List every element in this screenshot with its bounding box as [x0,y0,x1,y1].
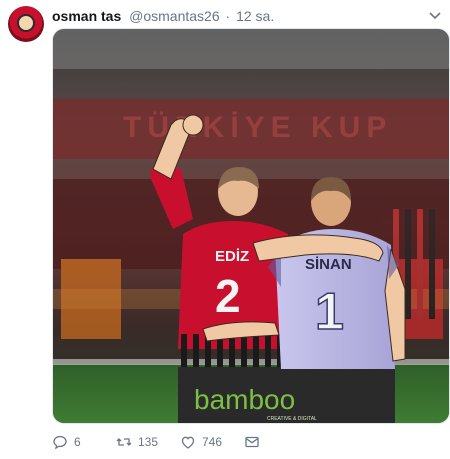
brand-tagline: CREATIVE & DIGITAL [267,416,317,422]
retweet-count: 135 [138,435,159,449]
jersey-name-left: EDİZ [215,248,249,265]
retweet-icon [116,438,132,446]
like-button[interactable]: 746 [180,432,222,452]
reply-button[interactable]: 6 [52,432,81,452]
avatar[interactable] [8,6,44,42]
brand-logo-text: bamboo [194,384,295,415]
author-handle[interactable]: @osmantas26 [129,8,219,24]
chevron-down-icon[interactable] [428,8,442,22]
direct-message-button[interactable] [244,432,260,452]
reply-count: 6 [74,435,81,449]
retweet-button[interactable]: 135 [116,432,158,452]
heart-icon [181,436,195,449]
stadium-banner-text: TÜRKİYE KUP [123,111,392,144]
reply-icon [53,435,67,450]
tweet-timestamp[interactable]: 12 sa. [236,8,274,24]
jersey-number-right: 1 [315,283,344,341]
tweet-actions: 6 135 746 [52,432,450,452]
author-name[interactable]: osman tas [52,8,121,24]
envelope-icon [245,436,259,448]
tweet-media-image[interactable]: TÜRKİYE KUP EDİZ 2 SİNAN 1 bamboo CREATI… [52,28,450,424]
separator-dot: · [225,8,231,24]
jersey-name-right: SİNAN [305,256,352,273]
tweet-card[interactable]: osman tas @osmantas26 · 12 sa. TÜRKİYE K… [0,0,450,459]
like-count: 746 [202,435,223,449]
tweet-header: osman tas @osmantas26 · 12 sa. [52,8,274,24]
avatar-face [17,14,35,32]
jersey-number-left: 2 [215,270,241,322]
